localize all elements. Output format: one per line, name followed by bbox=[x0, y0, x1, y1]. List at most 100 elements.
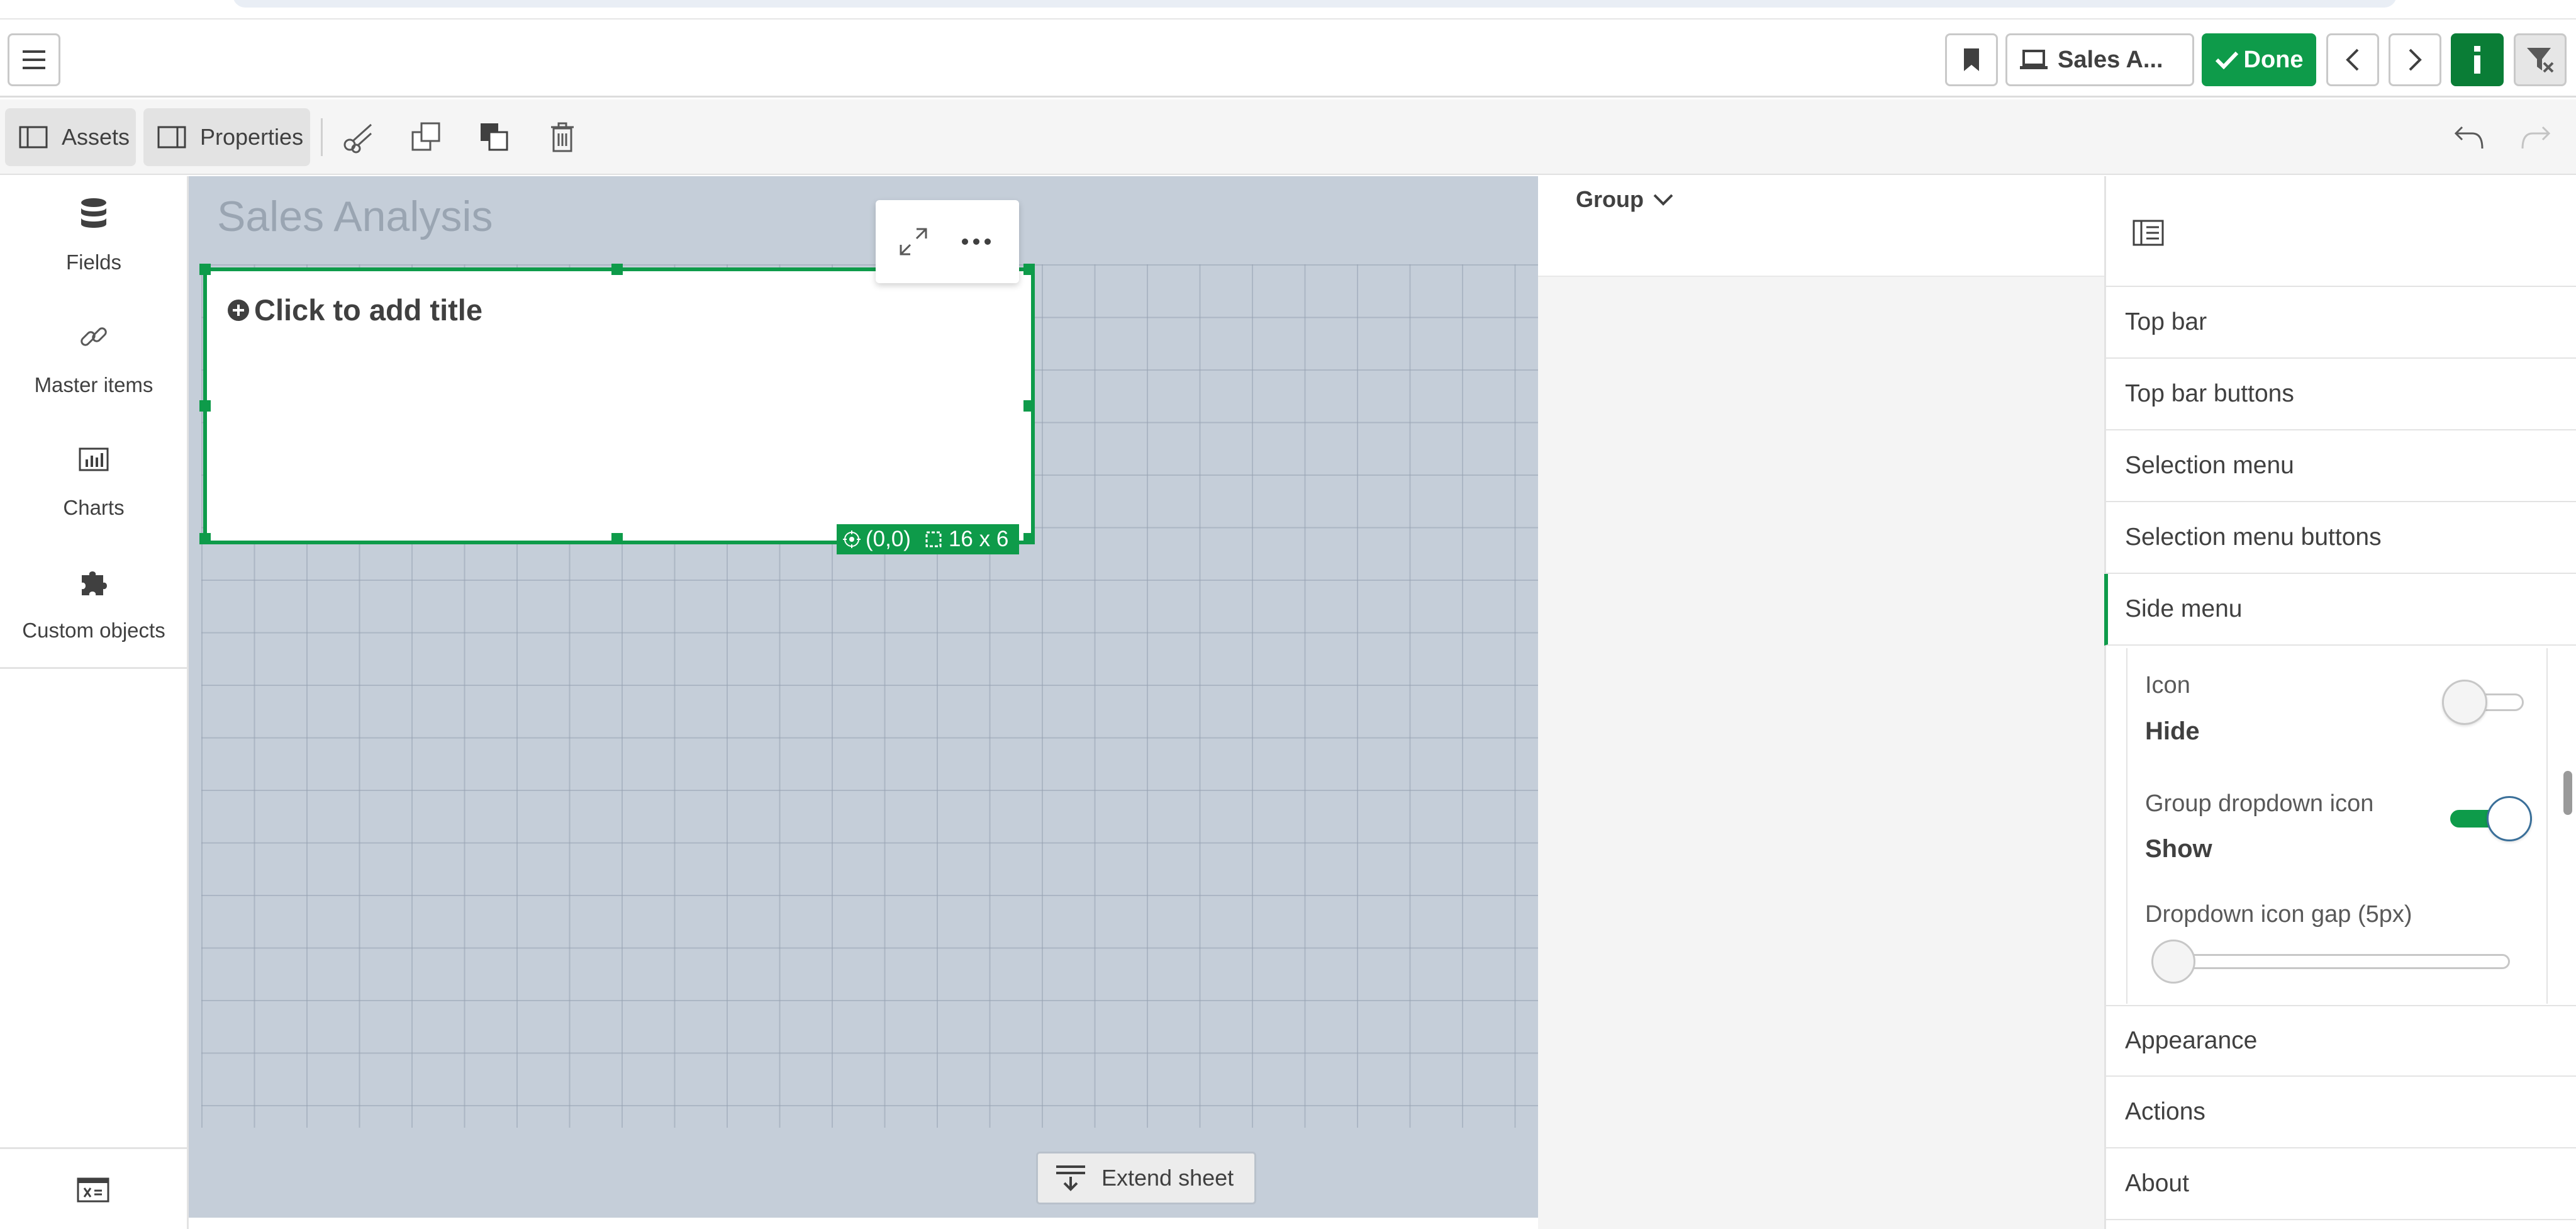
section-side-menu[interactable]: Side menu bbox=[2104, 574, 2576, 646]
section-label: Side menu bbox=[2125, 595, 2243, 622]
size-icon bbox=[925, 530, 942, 548]
properties-tab[interactable]: Properties bbox=[143, 108, 310, 166]
redo-button[interactable] bbox=[2516, 118, 2554, 156]
undo-icon bbox=[2453, 123, 2486, 151]
resize-handle[interactable] bbox=[1023, 533, 1035, 544]
section-label: About bbox=[2125, 1170, 2189, 1197]
asset-fields[interactable]: Fields bbox=[0, 176, 187, 296]
slider-thumb[interactable] bbox=[2151, 940, 2195, 984]
puzzle-icon bbox=[75, 563, 113, 601]
resize-handle[interactable] bbox=[199, 533, 211, 544]
section-label: Selection menu bbox=[2125, 452, 2294, 479]
info-icon bbox=[2471, 45, 2484, 75]
toggle-knob bbox=[2442, 680, 2487, 725]
sheet-object-icon bbox=[2133, 220, 2164, 246]
sheet-title[interactable]: Sales Analysis bbox=[217, 192, 493, 241]
filter-clear-icon bbox=[2525, 45, 2555, 74]
position-icon bbox=[843, 530, 861, 548]
copy-button[interactable] bbox=[408, 118, 445, 156]
section-label: Appearance bbox=[2125, 1027, 2258, 1054]
selections-button[interactable] bbox=[2514, 33, 2567, 86]
expand-button[interactable] bbox=[895, 223, 932, 261]
resize-handle[interactable] bbox=[199, 400, 211, 412]
add-title-label: Click to add title bbox=[254, 293, 482, 327]
position-text: (0,0) bbox=[866, 527, 911, 551]
done-button[interactable]: Done bbox=[2202, 33, 2316, 86]
hamburger-icon bbox=[21, 48, 47, 71]
section-label: Top bar bbox=[2125, 308, 2207, 335]
section-label: Top bar buttons bbox=[2125, 380, 2294, 407]
variable-icon bbox=[77, 1177, 109, 1203]
chevron-down-icon bbox=[1653, 193, 1674, 206]
dropdown-gap-slider[interactable] bbox=[2151, 940, 2510, 984]
info-button[interactable] bbox=[2451, 33, 2504, 86]
icon-toggle[interactable] bbox=[2442, 680, 2524, 725]
trash-icon bbox=[549, 121, 576, 154]
previous-sheet-button[interactable] bbox=[2326, 33, 2379, 86]
assets-bottom-divider bbox=[0, 1147, 187, 1149]
properties-scrollbar[interactable] bbox=[2563, 771, 2572, 815]
sheet-app-label: Sales A... bbox=[2058, 46, 2163, 73]
resize-handle[interactable] bbox=[611, 264, 623, 275]
asset-custom-objects-label: Custom objects bbox=[22, 619, 165, 642]
extend-sheet-label: Extend sheet bbox=[1101, 1165, 1234, 1191]
assets-panel: Fields Master items Charts Custom object… bbox=[0, 176, 189, 1229]
asset-master-items[interactable]: Master items bbox=[0, 299, 187, 418]
asset-custom-objects[interactable]: Custom objects bbox=[0, 544, 187, 664]
database-icon bbox=[75, 195, 113, 233]
extend-sheet-button[interactable]: Extend sheet bbox=[1036, 1152, 1256, 1204]
more-options-button[interactable] bbox=[957, 223, 995, 261]
delete-button[interactable] bbox=[544, 118, 581, 156]
paste-button[interactable] bbox=[476, 118, 513, 156]
expand-icon bbox=[898, 226, 929, 257]
section-top-bar-buttons[interactable]: Top bar buttons bbox=[2104, 359, 2576, 430]
group-dropdown-label: Group bbox=[1576, 186, 1644, 212]
undo-button[interactable] bbox=[2451, 118, 2489, 156]
section-actions[interactable]: Actions bbox=[2104, 1077, 2576, 1148]
top-toolbar: Sales A... Done bbox=[0, 20, 2576, 98]
next-sheet-button[interactable] bbox=[2389, 33, 2441, 86]
section-about[interactable]: About bbox=[2104, 1148, 2576, 1220]
section-appearance[interactable]: Appearance bbox=[2104, 1005, 2576, 1077]
group-dropdown[interactable]: Group bbox=[1576, 186, 1674, 213]
object-type-button[interactable] bbox=[2129, 214, 2167, 252]
resize-handle[interactable] bbox=[199, 264, 211, 275]
resize-handle[interactable] bbox=[611, 533, 623, 544]
laptop-icon bbox=[2019, 48, 2049, 71]
cut-button[interactable] bbox=[340, 118, 377, 156]
group-dropdown-setting-value: Show bbox=[2145, 835, 2212, 863]
section-label: Actions bbox=[2125, 1098, 2205, 1125]
redo-icon bbox=[2519, 123, 2551, 151]
panel-right-icon bbox=[157, 126, 186, 149]
sheet-app-button[interactable]: Sales A... bbox=[2005, 33, 2194, 86]
group-dropdown-toggle[interactable] bbox=[2450, 796, 2532, 841]
more-horizontal-icon bbox=[961, 238, 991, 245]
bar-chart-icon bbox=[75, 441, 113, 478]
asset-charts[interactable]: Charts bbox=[0, 422, 187, 541]
section-selection-menu[interactable]: Selection menu bbox=[2104, 430, 2576, 502]
plus-circle-icon bbox=[226, 298, 250, 322]
group-dropdown-setting-label: Group dropdown icon bbox=[2145, 790, 2374, 817]
assets-tab[interactable]: Assets bbox=[5, 108, 136, 166]
menu-button[interactable] bbox=[8, 33, 60, 86]
paste-icon bbox=[478, 121, 511, 154]
position-size-badge: (0,0) 16 x 6 bbox=[837, 524, 1019, 554]
icon-setting-label: Icon bbox=[2145, 672, 2190, 699]
bookmark-button[interactable] bbox=[1945, 33, 1998, 86]
object-hover-menu bbox=[876, 200, 1019, 283]
icon-setting-value: Hide bbox=[2145, 717, 2200, 745]
add-title-button[interactable]: Click to add title bbox=[226, 293, 482, 327]
preview-area bbox=[1538, 176, 2104, 1229]
variables-button[interactable] bbox=[74, 1174, 112, 1206]
edit-toolbar: Assets Properties bbox=[0, 99, 2576, 175]
resize-handle[interactable] bbox=[1023, 400, 1035, 412]
section-selection-menu-buttons[interactable]: Selection menu buttons bbox=[2104, 502, 2576, 574]
browser-top-strip bbox=[0, 0, 2576, 20]
resize-handle[interactable] bbox=[1023, 264, 1035, 275]
section-top-bar[interactable]: Top bar bbox=[2104, 287, 2576, 359]
assets-tab-label: Assets bbox=[62, 124, 130, 150]
done-label: Done bbox=[2243, 46, 2304, 73]
asset-charts-label: Charts bbox=[63, 496, 125, 519]
scissors-icon bbox=[342, 121, 375, 154]
asset-master-items-label: Master items bbox=[34, 373, 153, 396]
